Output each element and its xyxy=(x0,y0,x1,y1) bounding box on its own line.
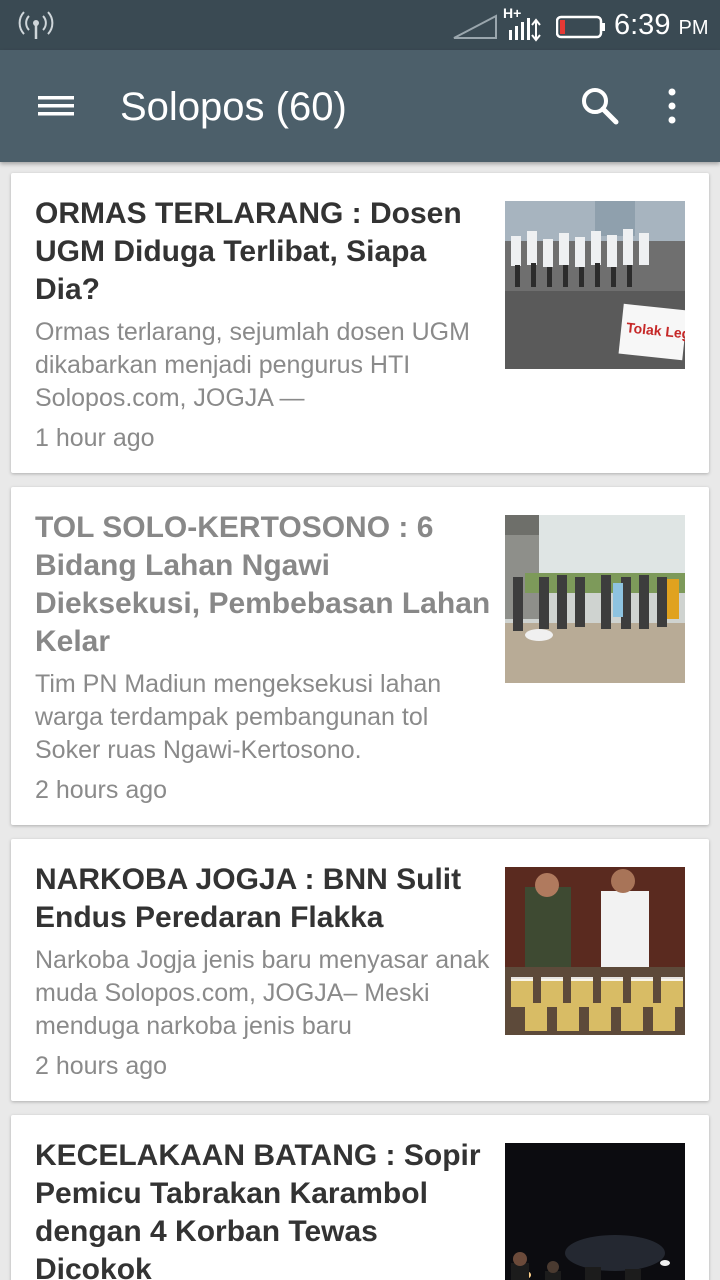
article-time: 2 hours ago xyxy=(35,1052,168,1080)
app-title: Solopos (60) xyxy=(120,85,347,129)
article-card[interactable]: KECELAKAAN BATANG : Sopir Pemicu Tabraka… xyxy=(11,1115,709,1280)
article-thumbnail: Tolak Legal xyxy=(505,201,685,369)
article-thumbnail xyxy=(505,1143,685,1280)
menu-button[interactable] xyxy=(28,86,84,126)
article-thumbnail xyxy=(505,515,685,683)
article-headline: ORMAS TERLARANG : Dosen UGM Diduga Terli… xyxy=(35,197,462,306)
article-time: 2 hours ago xyxy=(35,776,168,804)
article-card[interactable]: NARKOBA JOGJA : BNN Sulit Endus Peredara… xyxy=(11,839,709,1101)
status-clock: 6:39 PM xyxy=(614,8,709,45)
battery-icon xyxy=(556,15,605,39)
article-snippet: Ormas terlarang, sejumlah dosen UGM dika… xyxy=(35,318,470,412)
article-time: 1 hour ago xyxy=(35,424,155,452)
app-bar: Solopos (60) xyxy=(0,50,720,162)
article-headline: TOL SOLO-KERTOSONO : 6 Bidang Lahan Ngaw… xyxy=(35,511,491,658)
status-bar: H+ 6:39 PM xyxy=(0,0,720,50)
menu-icon xyxy=(38,96,74,116)
network-type-label: H+ xyxy=(503,5,521,21)
search-icon xyxy=(582,88,619,125)
article-card[interactable]: ORMAS TERLARANG : Dosen UGM Diduga Terli… xyxy=(11,173,709,473)
article-thumbnail xyxy=(505,867,685,1035)
more-options-button[interactable] xyxy=(654,86,690,126)
clock-ampm: PM xyxy=(678,17,709,39)
hotspot-icon xyxy=(18,11,54,39)
more-vert-icon xyxy=(668,88,676,124)
article-headline: KECELAKAAN BATANG : Sopir Pemicu Tabraka… xyxy=(35,1139,481,1280)
article-snippet: Tim PN Madiun mengeksekusi lahan warga t… xyxy=(35,670,442,764)
article-snippet: Narkoba Jogja jenis baru menyasar anak m… xyxy=(35,946,490,1040)
article-card[interactable]: TOL SOLO-KERTOSONO : 6 Bidang Lahan Ngaw… xyxy=(11,487,709,825)
search-button[interactable] xyxy=(578,84,622,128)
clock-time: 6:39 xyxy=(614,9,671,41)
article-headline: NARKOBA JOGJA : BNN Sulit Endus Peredara… xyxy=(35,863,462,934)
signal-empty-icon xyxy=(453,14,497,39)
news-feed: ORMAS TERLARANG : Dosen UGM Diduga Terli… xyxy=(11,173,709,1280)
signal-hplus-icon: H+ xyxy=(503,5,541,42)
